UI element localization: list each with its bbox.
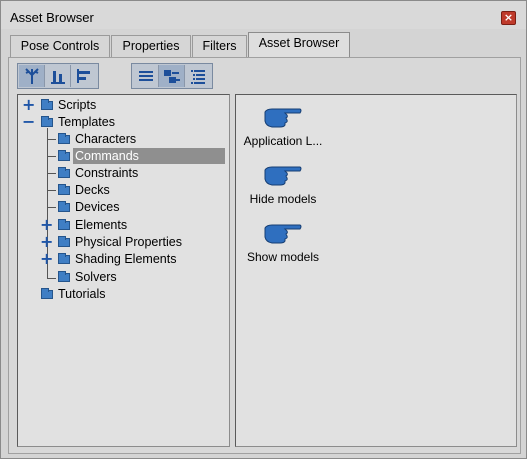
tree-node-label: Physical Properties bbox=[75, 235, 182, 249]
asset-item-show-models[interactable]: Show models bbox=[233, 220, 333, 264]
stacked-view-button[interactable] bbox=[45, 65, 71, 87]
tab-bar: Pose Controls Properties Filters Asset B… bbox=[8, 32, 523, 58]
folder-icon bbox=[41, 116, 53, 127]
folder-icon bbox=[58, 201, 70, 212]
expand-plus-icon[interactable]: + bbox=[40, 234, 53, 250]
tab-pose-controls[interactable]: Pose Controls bbox=[10, 35, 110, 57]
detail-list-button[interactable] bbox=[185, 65, 211, 87]
folder-icon bbox=[58, 219, 70, 230]
tree-node-label: Decks bbox=[75, 183, 110, 197]
tree-line bbox=[47, 139, 56, 140]
tree-line bbox=[47, 207, 56, 208]
tree-node-label: Characters bbox=[75, 132, 137, 146]
tree-line bbox=[47, 173, 56, 174]
pointing-hand-icon bbox=[264, 224, 302, 244]
tree-node-label: Commands bbox=[73, 148, 225, 164]
title-bar: Asset Browser × bbox=[1, 1, 526, 29]
asset-view-panel[interactable]: Application L... Hide models Show models bbox=[235, 94, 517, 447]
folder-tree[interactable]: + Scripts − Templates Characters Command… bbox=[17, 94, 230, 447]
tree-line bbox=[47, 190, 56, 191]
asset-label: Application L... bbox=[243, 134, 323, 148]
list-view-button[interactable] bbox=[133, 65, 159, 87]
tree-line bbox=[47, 156, 56, 157]
folder-icon bbox=[41, 288, 53, 299]
detail-list-icon bbox=[191, 70, 205, 84]
bar-chart-icon bbox=[50, 71, 65, 84]
window-title: Asset Browser bbox=[10, 10, 94, 25]
list-view-icon bbox=[138, 71, 153, 81]
tree-node-label: Devices bbox=[75, 200, 120, 214]
folder-icon bbox=[58, 184, 70, 195]
pointing-hand-icon bbox=[264, 166, 302, 186]
pointing-hand-icon bbox=[264, 108, 302, 128]
folder-icon bbox=[58, 271, 70, 282]
tree-node-label: Tutorials bbox=[58, 287, 106, 301]
folder-icon bbox=[41, 99, 53, 110]
close-button[interactable]: × bbox=[501, 11, 516, 25]
view-mode-toolbar bbox=[17, 63, 99, 89]
tree-node-label: Constraints bbox=[75, 166, 139, 180]
tab-filters[interactable]: Filters bbox=[192, 35, 247, 57]
folder-icon bbox=[58, 150, 70, 161]
folder-icon bbox=[58, 253, 70, 264]
asset-browser-window: Asset Browser × Pose Controls Properties… bbox=[0, 0, 527, 459]
tab-asset-browser[interactable]: Asset Browser bbox=[248, 32, 350, 58]
tree-node-label: Elements bbox=[75, 218, 128, 232]
tree-node-label: Solvers bbox=[75, 270, 117, 284]
expand-plus-icon[interactable]: + bbox=[40, 217, 53, 233]
close-icon: × bbox=[503, 11, 514, 24]
folder-icon bbox=[58, 133, 70, 144]
asset-item-application[interactable]: Application L... bbox=[233, 104, 333, 148]
icon-view-icon bbox=[163, 70, 180, 83]
tab-properties[interactable]: Properties bbox=[111, 35, 191, 57]
asset-label: Hide models bbox=[249, 192, 317, 206]
tree-view-button[interactable] bbox=[19, 65, 45, 87]
asset-item-hide-models[interactable]: Hide models bbox=[233, 162, 333, 206]
asset-label: Show models bbox=[246, 250, 320, 264]
folder-icon bbox=[58, 236, 70, 247]
expand-plus-icon[interactable]: + bbox=[40, 251, 53, 267]
side-bars-icon bbox=[77, 69, 90, 83]
tree-node-label: Templates bbox=[58, 115, 115, 129]
folder-icon bbox=[58, 167, 70, 178]
collapse-minus-icon[interactable]: − bbox=[22, 114, 35, 130]
icon-view-button[interactable] bbox=[159, 65, 185, 87]
tree-view-icon bbox=[24, 68, 39, 84]
tree-line bbox=[47, 278, 56, 279]
tree-node-label: Scripts bbox=[58, 98, 97, 112]
expand-plus-icon[interactable]: + bbox=[22, 97, 35, 113]
horizontal-view-button[interactable] bbox=[71, 65, 97, 87]
tree-node-label: Shading Elements bbox=[75, 252, 177, 266]
display-mode-toolbar bbox=[131, 63, 213, 89]
